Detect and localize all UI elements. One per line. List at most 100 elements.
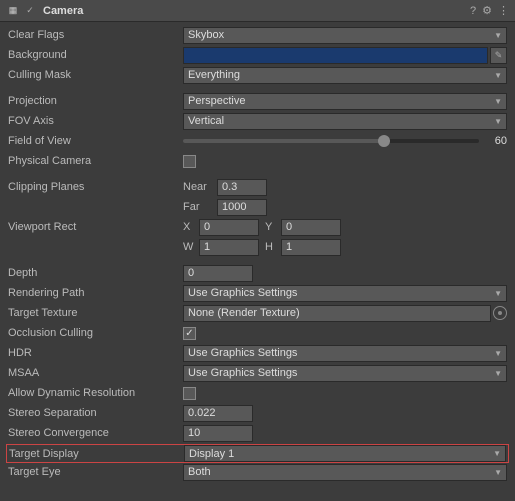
h-label: H <box>265 241 279 253</box>
fov-axis-dropdown[interactable]: Vertical ▼ <box>183 113 507 130</box>
dot-icon <box>498 311 502 315</box>
viewport-y-pair: Y <box>265 219 341 236</box>
dropdown-arrow: ▼ <box>494 349 502 358</box>
background-control: ✎ <box>183 47 507 64</box>
target-texture-label: Target Texture <box>8 307 183 319</box>
background-label: Background <box>8 49 183 61</box>
depth-input[interactable] <box>183 265 253 282</box>
rendering-path-row: Rendering Path Use Graphics Settings ▼ <box>8 284 507 302</box>
dropdown-arrow: ▼ <box>494 289 502 298</box>
clear-flags-control: Skybox ▼ <box>183 27 507 44</box>
stereo-separation-input[interactable] <box>183 405 253 422</box>
fov-slider-track[interactable] <box>183 139 479 143</box>
allow-dynamic-resolution-row: Allow Dynamic Resolution <box>8 384 507 402</box>
far-label: Far <box>183 201 211 213</box>
field-of-view-row: Field of View 60 <box>8 132 507 150</box>
panel-content: Clear Flags Skybox ▼ Background ✎ Cullin… <box>0 22 515 491</box>
target-texture-dropdown[interactable]: None (Render Texture) <box>183 305 491 322</box>
clipping-near: Near <box>183 179 267 196</box>
dropdown-arrow: ▼ <box>494 97 502 106</box>
physical-camera-control <box>183 155 507 168</box>
rendering-path-dropdown[interactable]: Use Graphics Settings ▼ <box>183 285 507 302</box>
projection-row: Projection Perspective ▼ <box>8 92 507 110</box>
stereo-convergence-label: Stereo Convergence <box>8 427 183 439</box>
hdr-row: HDR Use Graphics Settings ▼ <box>8 344 507 362</box>
occlusion-culling-control <box>183 327 507 340</box>
target-display-dropdown[interactable]: Display 1 ▼ <box>184 445 506 462</box>
viewport-xy: X Y <box>183 219 341 236</box>
msaa-control: Use Graphics Settings ▼ <box>183 365 507 382</box>
background-color[interactable] <box>183 47 488 64</box>
viewport-w-pair: W <box>183 239 259 256</box>
stereo-separation-label: Stereo Separation <box>8 407 183 419</box>
checkbox-enable[interactable]: ✓ <box>23 4 37 18</box>
field-of-view-label: Field of View <box>8 135 183 147</box>
dropdown-arrow: ▼ <box>494 31 502 40</box>
viewport-xy-control: X Y <box>183 219 507 236</box>
w-label: W <box>183 241 197 253</box>
near-label: Near <box>183 181 211 193</box>
viewport-h-input[interactable] <box>281 239 341 256</box>
clear-flags-dropdown[interactable]: Skybox ▼ <box>183 27 507 44</box>
camera-panel: ▦ ✓ Camera ? ⚙ ⋮ Clear Flags Skybox ▼ Ba… <box>0 0 515 491</box>
background-edit-icon[interactable]: ✎ <box>490 47 507 64</box>
rendering-path-label: Rendering Path <box>8 287 183 299</box>
msaa-label: MSAA <box>8 367 183 379</box>
target-eye-dropdown[interactable]: Both ▼ <box>183 464 507 481</box>
hdr-label: HDR <box>8 347 183 359</box>
stereo-separation-row: Stereo Separation <box>8 404 507 422</box>
target-display-row: Target Display Display 1 ▼ <box>6 444 509 463</box>
fov-slider-fill <box>183 139 390 143</box>
viewport-rect-label: Viewport Rect <box>8 221 183 233</box>
target-display-control: Display 1 ▼ <box>184 445 506 462</box>
clipping-planes-label: Clipping Planes <box>8 181 183 193</box>
dropdown-arrow: ▼ <box>494 117 502 126</box>
near-input[interactable] <box>217 179 267 196</box>
culling-mask-dropdown[interactable]: Everything ▼ <box>183 67 507 84</box>
msaa-dropdown[interactable]: Use Graphics Settings ▼ <box>183 365 507 382</box>
clear-flags-label: Clear Flags <box>8 29 183 41</box>
stereo-separation-control <box>183 405 507 422</box>
culling-mask-label: Culling Mask <box>8 69 183 81</box>
fov-axis-control: Vertical ▼ <box>183 113 507 130</box>
occlusion-culling-checkbox[interactable] <box>183 327 196 340</box>
header-right-icons: ? ⚙ ⋮ <box>470 4 509 17</box>
physical-camera-checkbox[interactable] <box>183 155 196 168</box>
panel-header: ▦ ✓ Camera ? ⚙ ⋮ <box>0 0 515 22</box>
viewport-wh: W H <box>183 239 341 256</box>
viewport-x-input[interactable] <box>199 219 259 236</box>
help-icon[interactable]: ? <box>470 5 476 17</box>
viewport-y-input[interactable] <box>281 219 341 236</box>
header-icons: ▦ ✓ <box>6 4 37 18</box>
far-input[interactable] <box>217 199 267 216</box>
msaa-row: MSAA Use Graphics Settings ▼ <box>8 364 507 382</box>
occlusion-culling-row: Occlusion Culling <box>8 324 507 342</box>
projection-dropdown[interactable]: Perspective ▼ <box>183 93 507 110</box>
depth-row: Depth <box>8 264 507 282</box>
depth-label: Depth <box>8 267 183 279</box>
stereo-convergence-input[interactable] <box>183 425 253 442</box>
viewport-h-pair: H <box>265 239 341 256</box>
occlusion-culling-label: Occlusion Culling <box>8 327 183 339</box>
settings-icon[interactable]: ⚙ <box>482 4 492 17</box>
viewport-x-pair: X <box>183 219 259 236</box>
target-eye-label: Target Eye <box>8 466 183 478</box>
hdr-control: Use Graphics Settings ▼ <box>183 345 507 362</box>
target-texture-row: Target Texture None (Render Texture) <box>8 304 507 322</box>
visibility-icon[interactable]: ▦ <box>6 4 20 18</box>
allow-dynamic-resolution-label: Allow Dynamic Resolution <box>8 387 183 399</box>
target-texture-circle-icon[interactable] <box>493 306 507 320</box>
viewport-w-input[interactable] <box>199 239 259 256</box>
allow-dynamic-resolution-checkbox[interactable] <box>183 387 196 400</box>
target-eye-row: Target Eye Both ▼ <box>8 463 507 481</box>
fov-slider-thumb[interactable] <box>378 135 390 147</box>
culling-mask-row: Culling Mask Everything ▼ <box>8 66 507 84</box>
hdr-dropdown[interactable]: Use Graphics Settings ▼ <box>183 345 507 362</box>
background-row: Background ✎ <box>8 46 507 64</box>
more-icon[interactable]: ⋮ <box>498 4 509 17</box>
stereo-convergence-row: Stereo Convergence <box>8 424 507 442</box>
panel-title: Camera <box>43 5 470 17</box>
clipping-far-control: Far <box>183 199 507 216</box>
clipping-near-control: Near <box>183 179 507 196</box>
clipping-planes-near-row: Clipping Planes Near <box>8 178 507 196</box>
